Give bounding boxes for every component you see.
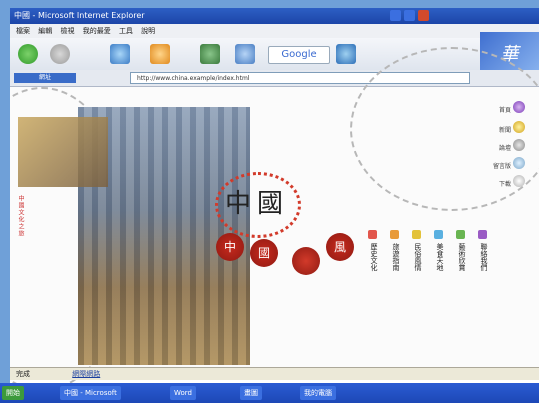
- address-label: 網址: [14, 73, 76, 83]
- logo-char-2: 國: [257, 189, 284, 219]
- side-link-download[interactable]: 下載: [499, 179, 511, 188]
- nav-icon-travel[interactable]: [390, 230, 399, 239]
- side-link-guestbook[interactable]: 留言版: [493, 161, 511, 170]
- home-icon[interactable]: [150, 44, 170, 64]
- menu-tools[interactable]: 工具: [119, 27, 133, 35]
- stop-icon[interactable]: [110, 44, 130, 64]
- menu-bar: 檔案 編輯 檢視 我的最愛 工具 說明: [10, 24, 539, 38]
- nav-icon-history[interactable]: [368, 230, 377, 239]
- side-link-home[interactable]: 首頁: [499, 105, 511, 114]
- browser-window: 中國 - Microsoft Internet Explorer 檔案 編輯 檢…: [10, 8, 539, 403]
- start-button[interactable]: 開始: [2, 386, 24, 400]
- menu-help[interactable]: 說明: [141, 27, 155, 35]
- taskbar-item-computer[interactable]: 我的電腦: [300, 386, 336, 400]
- menu-edit[interactable]: 編輯: [38, 27, 52, 35]
- taskbar-item-browser[interactable]: 中國 - Microsoft: [60, 386, 121, 400]
- maximize-button[interactable]: [404, 10, 415, 21]
- nav-link-travel[interactable]: 旅遊指南: [390, 243, 400, 271]
- side-link-news[interactable]: 新聞: [499, 125, 511, 134]
- menu-view[interactable]: 檢視: [60, 27, 74, 35]
- title-bar: 中國 - Microsoft Internet Explorer: [10, 8, 539, 24]
- nav-link-custom[interactable]: 民俗風情: [412, 243, 422, 271]
- side-orb-1: [513, 101, 525, 113]
- menu-file[interactable]: 檔案: [16, 27, 30, 35]
- minimize-button[interactable]: [390, 10, 401, 21]
- status-zone: 網際網路: [72, 370, 101, 378]
- google-search-box[interactable]: Google: [268, 46, 330, 64]
- taskbar-item-word[interactable]: Word: [170, 386, 196, 400]
- status-bar: 完成 網際網路: [10, 367, 539, 380]
- left-vertical-text: 中國文化之旅: [17, 195, 24, 237]
- page-content: 中國文化之旅 中 國 中 國 風 歷史文化 旅遊指南 民俗風情 美食天地 藝術欣…: [10, 47, 539, 391]
- nav-icon-contact[interactable]: [478, 230, 487, 239]
- close-button[interactable]: [418, 10, 429, 21]
- logo-seal-4: [292, 247, 320, 275]
- logo-seal-3[interactable]: 風: [326, 233, 354, 261]
- nav-link-food[interactable]: 美食天地: [434, 243, 444, 271]
- back-button[interactable]: [18, 44, 38, 64]
- side-orb-3: [513, 139, 525, 151]
- menu-favorites[interactable]: 我的最愛: [83, 27, 111, 35]
- logo-seal-1[interactable]: 中: [216, 233, 244, 261]
- status-text: 完成: [16, 370, 30, 378]
- logo-seal-2[interactable]: 國: [250, 239, 278, 267]
- nav-link-history[interactable]: 歷史文化: [368, 243, 378, 271]
- taskbar-item-paint[interactable]: 畫圖: [240, 386, 262, 400]
- side-orb-4: [513, 157, 525, 169]
- nav-icon-art[interactable]: [456, 230, 465, 239]
- nav-link-contact[interactable]: 聯絡我們: [478, 243, 488, 271]
- logo-char-1: 中: [225, 189, 252, 219]
- refresh-icon[interactable]: [336, 44, 356, 64]
- favorites-icon[interactable]: [200, 44, 220, 64]
- temple-photo: [18, 117, 108, 187]
- window-title: 中國 - Microsoft Internet Explorer: [14, 11, 145, 20]
- side-link-forum[interactable]: 論壇: [499, 143, 511, 152]
- side-orb-2: [513, 121, 525, 133]
- nav-link-art[interactable]: 藝術欣賞: [456, 243, 466, 271]
- nav-icon-food[interactable]: [434, 230, 443, 239]
- history-icon[interactable]: [235, 44, 255, 64]
- taskbar: 開始 中國 - Microsoft Word 畫圖 我的電腦: [0, 383, 539, 403]
- nav-icon-custom[interactable]: [412, 230, 421, 239]
- side-orb-5: [513, 175, 525, 187]
- forward-button[interactable]: [50, 44, 70, 64]
